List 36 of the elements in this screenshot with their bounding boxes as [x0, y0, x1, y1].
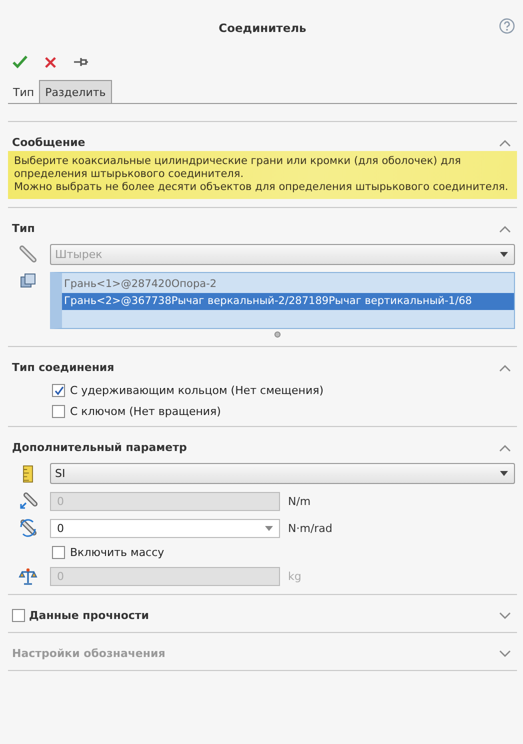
tab[interactable]: Разделить	[39, 80, 112, 103]
units-dropdown[interactable]: SI	[50, 463, 515, 484]
checkbox[interactable]	[52, 546, 65, 559]
unit-label: kg	[288, 570, 302, 582]
pushpin-icon[interactable]	[73, 56, 89, 68]
expand-chevron-icon[interactable]	[499, 612, 511, 620]
value-input[interactable]: 0	[50, 518, 280, 538]
selection-list[interactable]: Грань<1>@287420Опора-2 Грань<2>@367738Рычаг веркальный-2/287189Рычаг вертикальный-1/68	[50, 272, 515, 329]
section-title: Данные прочности	[29, 609, 150, 622]
message-text: Можно выбрать не более десяти объектов для определения штырькового соединителя.	[14, 181, 510, 194]
section-title: Сообщение	[12, 136, 86, 149]
selection-item[interactable]: Грань<1>@287420Опора-2	[62, 276, 514, 293]
checkbox[interactable]	[52, 405, 65, 418]
section-title: Настройки обозначения	[12, 647, 166, 660]
collapse-chevron-icon[interactable]	[499, 444, 511, 452]
checkbox[interactable]	[12, 609, 25, 622]
checkbox[interactable]	[52, 384, 65, 397]
collapse-chevron-icon[interactable]	[499, 364, 511, 372]
type-dropdown[interactable]: Штырек	[50, 244, 515, 265]
help-icon[interactable]	[499, 18, 515, 34]
section-title: Дополнительный параметр	[12, 441, 188, 454]
checkbox-label: Включить массу	[70, 546, 164, 559]
unit-label: N·m/rad	[288, 522, 332, 534]
section-title: Тип соединения	[12, 361, 116, 374]
message-text: Выберите коаксиальные цилиндрические грани или кромки (для оболочек) для определения штырькового соединителя.	[14, 155, 462, 181]
section-title: Тип	[12, 222, 36, 235]
resize-grip-icon[interactable]	[274, 331, 281, 338]
collapse-chevron-icon[interactable]	[499, 224, 511, 232]
cancel-icon[interactable]	[44, 56, 57, 68]
ok-check-icon[interactable]	[12, 55, 28, 69]
checkbox-label: С удерживающим кольцом (Нет смещения)	[70, 384, 324, 397]
collapse-chevron-icon[interactable]	[499, 138, 511, 146]
checkbox-label: С ключом (Нет вращения)	[70, 405, 221, 418]
unit-label: N/m	[288, 494, 311, 508]
window-title: Соединитель	[218, 21, 306, 35]
selection-item[interactable]: Грань<2>@367738Рычаг веркальный-2/287189Рычаг вертикальный-1/68	[62, 293, 514, 310]
